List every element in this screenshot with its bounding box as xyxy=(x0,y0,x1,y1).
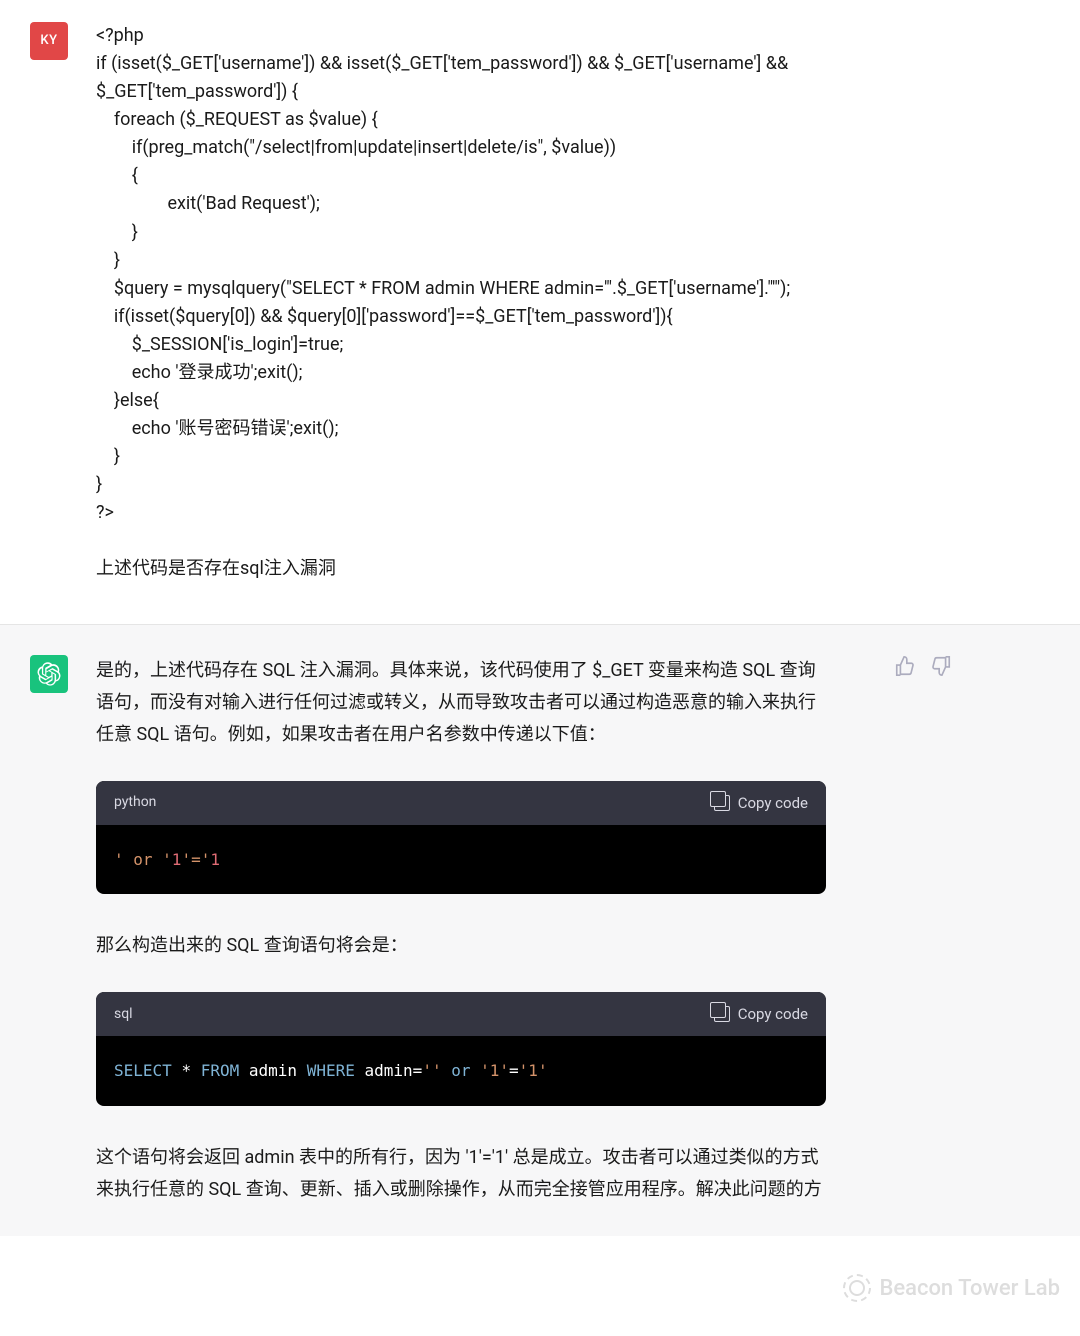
code-block-2: sql Copy code SELECT * FROM admin WHERE … xyxy=(96,992,826,1106)
watermark-icon xyxy=(843,1274,871,1302)
user-message: KY <?php if (isset($_GET['username']) &&… xyxy=(0,0,1080,624)
copy-code-label: Copy code xyxy=(738,1002,808,1026)
copy-code-button[interactable]: Copy code xyxy=(714,791,808,815)
openai-logo-icon xyxy=(37,662,61,686)
code-content[interactable]: SELECT * FROM admin WHERE admin='' or '1… xyxy=(96,1036,826,1106)
assistant-message-body: 是的，上述代码存在 SQL 注入漏洞。具体来说，该代码使用了 $_GET 变量来… xyxy=(96,655,866,1206)
assistant-message: 是的，上述代码存在 SQL 注入漏洞。具体来说，该代码使用了 $_GET 变量来… xyxy=(0,624,1080,1236)
watermark-text: Beacon Tower Lab xyxy=(879,1271,1060,1306)
feedback-buttons xyxy=(894,655,976,1206)
code-block-1: python Copy code ' or '1'='1 xyxy=(96,781,826,895)
thumbs-down-icon xyxy=(930,655,952,677)
code-header: python Copy code xyxy=(96,781,826,825)
thumbs-up-button[interactable] xyxy=(894,655,916,677)
thumbs-down-button[interactable] xyxy=(930,655,952,677)
thumbs-up-icon xyxy=(894,655,916,677)
copy-code-label: Copy code xyxy=(738,791,808,815)
assistant-paragraph-3: 这个语句将会返回 admin 表中的所有行，因为 '1'='1' 总是成立。攻击… xyxy=(96,1142,826,1206)
code-language-label: sql xyxy=(114,1003,133,1025)
user-avatar: KY xyxy=(30,22,68,60)
assistant-paragraph-2: 那么构造出来的 SQL 查询语句将会是： xyxy=(96,930,826,962)
clipboard-icon xyxy=(714,1006,730,1022)
user-message-body: <?php if (isset($_GET['username']) && is… xyxy=(96,22,966,584)
assistant-avatar xyxy=(30,655,68,693)
user-avatar-initials: KY xyxy=(40,31,57,52)
assistant-paragraph-1: 是的，上述代码存在 SQL 注入漏洞。具体来说，该代码使用了 $_GET 变量来… xyxy=(96,655,826,751)
code-header: sql Copy code xyxy=(96,992,826,1036)
copy-code-button[interactable]: Copy code xyxy=(714,1002,808,1026)
code-language-label: python xyxy=(114,791,156,813)
code-content[interactable]: ' or '1'='1 xyxy=(96,825,826,895)
clipboard-icon xyxy=(714,795,730,811)
watermark: Beacon Tower Lab xyxy=(843,1271,1060,1306)
